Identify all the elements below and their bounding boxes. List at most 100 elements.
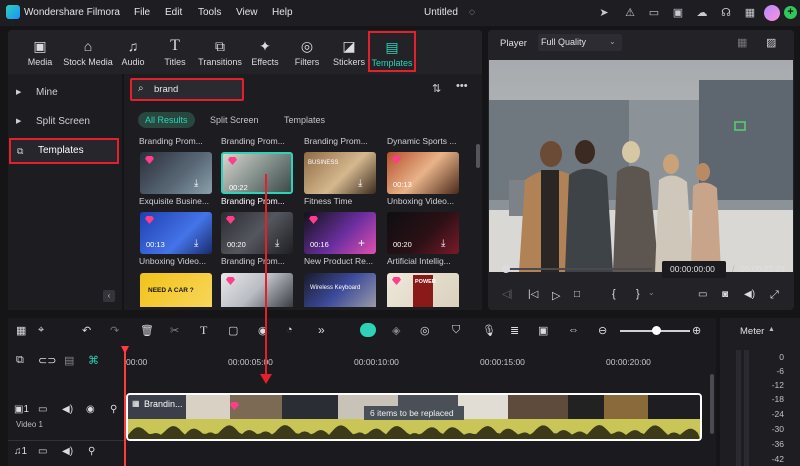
ai-assistant-icon[interactable] bbox=[360, 323, 376, 337]
browser-scrollbar[interactable] bbox=[476, 144, 480, 168]
menu-view[interactable]: View bbox=[236, 7, 258, 18]
template-card[interactable]: POWER bbox=[387, 273, 459, 307]
chevron-down-icon[interactable]: ⌄ bbox=[648, 288, 655, 297]
template-card[interactable]: NEED A CAR ? bbox=[140, 273, 212, 307]
tool-filters[interactable]: ◎ Filters bbox=[290, 30, 324, 74]
template-card[interactable] bbox=[221, 273, 293, 307]
tool-templates[interactable]: ▤ Templates bbox=[368, 31, 416, 72]
crop-icon[interactable]: ▢ bbox=[228, 324, 238, 337]
timeline-ruler[interactable]: 00:00 00:00:05:00 00:00:10:00 00:00:15:0… bbox=[126, 348, 708, 370]
download-icon[interactable]: ⤓ bbox=[275, 238, 279, 249]
save-icon[interactable]: ▣ bbox=[670, 5, 686, 21]
mark-in-icon[interactable]: { bbox=[612, 288, 616, 300]
speed-icon[interactable]: ◔ bbox=[286, 324, 293, 336]
menu-help[interactable]: Help bbox=[272, 7, 293, 18]
mark-out-icon[interactable]: } bbox=[636, 288, 640, 300]
sidebar-item-mine[interactable]: ▶ Mine bbox=[8, 80, 122, 106]
tool-titles[interactable]: T Titles bbox=[158, 30, 192, 74]
template-card[interactable]: BUSINESS ⤓ bbox=[304, 152, 376, 194]
collapse-sidebar-button[interactable]: ‹ bbox=[103, 290, 115, 302]
template-card-selected[interactable]: 00:22 bbox=[221, 152, 293, 194]
quality-select[interactable]: Full Quality ⌄ bbox=[538, 34, 622, 51]
undo-icon[interactable]: ↶ bbox=[82, 324, 91, 337]
folder-icon[interactable]: ▭ bbox=[38, 404, 47, 415]
add-to-timeline-icon[interactable]: + bbox=[358, 236, 365, 250]
zoom-out-icon[interactable]: ⊖ bbox=[598, 324, 607, 337]
avatar[interactable] bbox=[764, 5, 780, 21]
display-settings-icon[interactable]: ▭ bbox=[698, 289, 707, 300]
text-tool-icon[interactable]: T bbox=[200, 323, 207, 338]
fullscreen-icon[interactable]: ⤢ bbox=[770, 289, 779, 302]
template-card[interactable]: ⤓ bbox=[140, 152, 212, 194]
menu-file[interactable]: File bbox=[134, 7, 150, 18]
template-card[interactable]: 00:16 + bbox=[304, 212, 376, 254]
tool-stickers[interactable]: ◪ Stickers bbox=[330, 30, 368, 74]
tool-stock-media[interactable]: ⌂ Stock Media bbox=[60, 30, 116, 74]
sidebar-item-split-screen[interactable]: ▶ Split Screen bbox=[8, 109, 122, 135]
template-card[interactable]: 00:20 ⤓ bbox=[221, 212, 293, 254]
track-lock-icon[interactable]: ⚲ bbox=[110, 404, 117, 415]
track-volume-icon[interactable]: ◀) bbox=[62, 404, 73, 415]
grid-view-icon[interactable]: ▦ bbox=[737, 36, 747, 49]
headset-icon[interactable]: ☊ bbox=[718, 5, 734, 21]
timeline-scrollbar[interactable] bbox=[710, 374, 714, 434]
folder-icon[interactable]: ▭ bbox=[38, 446, 47, 457]
render-icon[interactable]: ◎ bbox=[420, 324, 430, 337]
track-lock-icon[interactable]: ⚲ bbox=[88, 446, 95, 457]
prev-frame-icon[interactable]: ◁| bbox=[502, 289, 512, 300]
current-time-field[interactable]: 00:00:00:00 bbox=[662, 261, 726, 278]
filter-sort-icon[interactable]: ⇅ bbox=[432, 82, 441, 95]
template-card[interactable]: 00:13 ⤓ bbox=[140, 212, 212, 254]
search-input[interactable]: ⌕ brand bbox=[130, 78, 244, 101]
menu-edit[interactable]: Edit bbox=[165, 7, 182, 18]
filter-all-results[interactable]: All Results bbox=[138, 112, 195, 128]
fit-timeline-icon[interactable]: ⇔ bbox=[568, 324, 579, 336]
more-tools-icon[interactable]: » bbox=[318, 323, 325, 337]
cut-icon[interactable]: ✂ bbox=[170, 324, 179, 337]
template-card[interactable]: Wireless Keyboard bbox=[304, 273, 376, 307]
track-visibility-icon[interactable]: ◉ bbox=[86, 404, 95, 415]
tool-audio[interactable]: ♫ Audio bbox=[118, 30, 148, 74]
alert-icon[interactable]: ⚠ bbox=[622, 5, 638, 21]
snapshot-image-icon[interactable]: ▨ bbox=[766, 36, 776, 49]
zoom-in-icon[interactable]: ⊕ bbox=[692, 324, 701, 337]
pip-icon[interactable]: ▣ bbox=[538, 324, 548, 337]
stop-icon[interactable]: □ bbox=[574, 289, 580, 300]
track-settings-icon[interactable]: ▤ bbox=[64, 354, 74, 367]
zoom-slider-handle[interactable] bbox=[652, 326, 661, 335]
template-clip[interactable]: ▦ Brandin... 6 items to be replaced bbox=[126, 393, 702, 441]
template-card[interactable]: 00:13 bbox=[387, 152, 459, 194]
more-options-icon[interactable]: ••• bbox=[456, 80, 468, 92]
tool-media[interactable]: ▣ Media bbox=[22, 30, 58, 74]
volume-icon[interactable]: ◀) bbox=[744, 289, 755, 300]
camera-snapshot-icon[interactable]: ◙ bbox=[722, 289, 728, 300]
filter-split-screen[interactable]: Split Screen bbox=[210, 112, 259, 128]
link-icon[interactable]: ⊂⊃ bbox=[38, 354, 56, 367]
select-tool-icon[interactable]: ⌖ bbox=[38, 324, 44, 337]
monitor-icon[interactable]: ▭ bbox=[646, 5, 662, 21]
template-card[interactable]: 00:20 ⤓ bbox=[387, 212, 459, 254]
progress-handle[interactable] bbox=[502, 265, 510, 273]
download-icon[interactable]: ⤓ bbox=[194, 178, 198, 189]
cloud-upload-icon[interactable]: ☁ bbox=[694, 5, 710, 21]
step-back-icon[interactable]: |◁ bbox=[528, 289, 538, 300]
download-icon[interactable]: ⤓ bbox=[441, 238, 445, 249]
redo-icon[interactable]: ↷ bbox=[110, 324, 119, 337]
gift-icon[interactable]: ▦ bbox=[742, 5, 758, 21]
microphone-icon[interactable]: 🎙 bbox=[482, 324, 496, 337]
audio-mixer-icon[interactable]: ≣ bbox=[510, 324, 519, 337]
track-volume-icon[interactable]: ◀) bbox=[62, 446, 73, 457]
tool-transitions[interactable]: ⧉ Transitions bbox=[196, 30, 244, 74]
shield-icon[interactable]: ⛉ bbox=[452, 324, 460, 337]
keyframe-icon[interactable]: ◈ bbox=[392, 324, 400, 337]
add-track-icon[interactable]: ⧉ bbox=[16, 354, 24, 367]
snap-icon[interactable]: ⌘ bbox=[88, 354, 99, 367]
download-icon[interactable]: ⤓ bbox=[358, 178, 362, 189]
delete-icon[interactable]: 🗑 bbox=[140, 324, 154, 337]
playhead[interactable] bbox=[124, 348, 126, 466]
layout-grid-icon[interactable]: ▦ bbox=[16, 324, 26, 337]
filter-templates[interactable]: Templates bbox=[284, 112, 325, 128]
menu-tools[interactable]: Tools bbox=[198, 7, 221, 18]
play-icon[interactable]: ▷ bbox=[552, 289, 560, 302]
add-icon[interactable]: + bbox=[784, 6, 797, 19]
